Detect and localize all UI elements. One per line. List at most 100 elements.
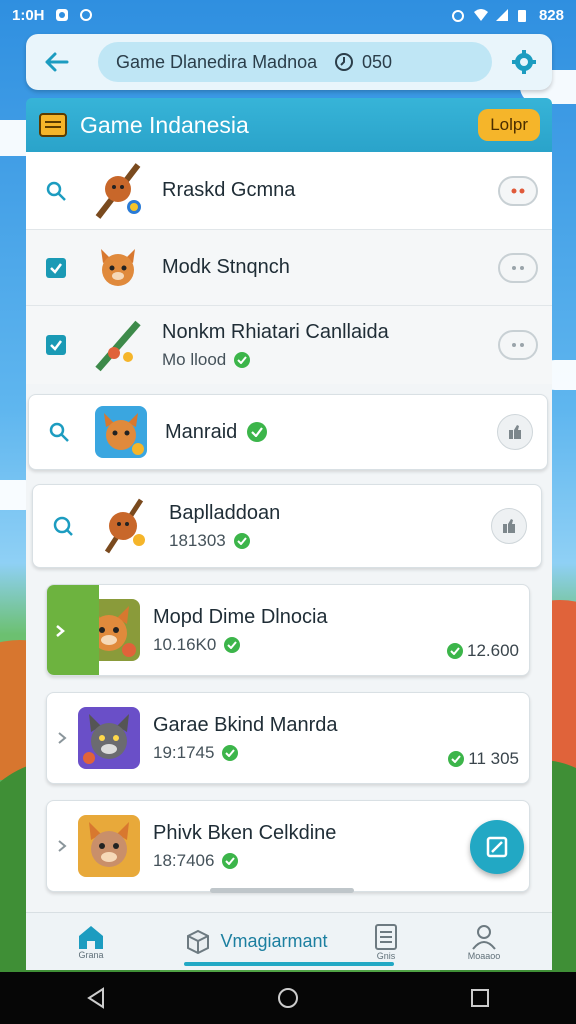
search-suffix: 050 — [362, 51, 393, 72]
verified-icon — [224, 636, 241, 653]
status-bar: 1:0H 828 — [0, 0, 576, 30]
chevron-right-icon — [58, 732, 67, 744]
game-avatar — [77, 706, 141, 770]
help-button[interactable]: Lolpr — [478, 109, 540, 141]
square-recents-icon — [471, 989, 489, 1007]
gear-icon — [512, 50, 536, 74]
like-button[interactable] — [497, 414, 533, 450]
battery-icon — [517, 8, 531, 22]
arrow-left-icon — [45, 52, 69, 72]
item-price: 12.600 — [467, 641, 519, 660]
verified-icon — [222, 852, 239, 869]
item-checkbox[interactable] — [46, 257, 66, 278]
settings-button[interactable] — [508, 46, 540, 78]
featured-ribbon — [47, 585, 99, 675]
search-icon — [53, 516, 73, 536]
game-avatar — [86, 159, 150, 223]
chat-bubble-icon — [512, 265, 524, 270]
nav-profile-label: Moaaoo — [467, 950, 501, 961]
verified-icon — [247, 422, 268, 442]
verified-icon — [233, 532, 250, 549]
item-title: Garae Bkind Manrda — [153, 713, 338, 736]
game-avatar — [77, 814, 141, 878]
system-home-button[interactable] — [258, 978, 318, 1018]
document-icon — [375, 923, 397, 950]
verified-icon — [448, 751, 465, 767]
status-right-text: 828 — [538, 6, 564, 24]
item-title: Mopd Dime Dlnocia — [153, 605, 328, 628]
like-button[interactable] — [491, 508, 527, 544]
chat-button[interactable] — [498, 330, 538, 360]
nav-docs[interactable]: Gnis — [356, 923, 416, 961]
search-field[interactable]: 050 — [98, 42, 492, 82]
system-recents-button[interactable] — [450, 978, 510, 1018]
list-item[interactable]: Baplladdoan 181303 — [32, 484, 542, 568]
circle-home-icon — [278, 988, 298, 1008]
back-button[interactable] — [38, 44, 74, 80]
verified-icon — [447, 643, 463, 659]
list-item-featured[interactable]: Mopd Dime Dlnocia 10.16K0 12.600 — [46, 584, 530, 676]
search-input[interactable] — [116, 51, 326, 73]
search-icon — [46, 181, 66, 201]
chat-button[interactable] — [498, 175, 538, 206]
status-time: 1:0H — [12, 6, 45, 24]
header-title: Game Indanesia — [80, 111, 249, 138]
item-subtitle: 18:7406 — [153, 850, 215, 870]
nav-home-label: Grana — [78, 949, 104, 960]
item-subtitle: 19:1745 — [153, 742, 215, 762]
chevron-right-icon — [58, 840, 67, 852]
list-item[interactable]: Phivk Bken Celkdine 18:7406 — [46, 800, 530, 892]
item-subtitle: Mo llood — [162, 349, 227, 369]
list-item[interactable]: Rraskd Gcmna — [26, 152, 552, 230]
scroll-indicator — [210, 888, 354, 893]
chat-bubble-icon — [512, 343, 524, 347]
system-navigation-bar — [0, 972, 576, 1024]
item-title: Modk Stnqnch — [162, 256, 290, 278]
list-item[interactable]: Modk Stnqnch — [26, 230, 552, 306]
edit-icon — [486, 836, 508, 858]
thumbs-up-icon — [503, 519, 515, 533]
timer-icon — [335, 53, 353, 71]
list-item[interactable]: Garae Bkind Manrda 19:1745 11 305 — [46, 692, 530, 784]
nav-docs-label: Gnis — [376, 950, 396, 961]
sync-icon — [79, 8, 93, 22]
game-avatar — [89, 400, 153, 464]
item-title: Baplladdoan — [169, 501, 281, 524]
list-item[interactable]: Manraid — [28, 394, 548, 470]
check-icon — [50, 262, 62, 274]
user-icon — [472, 924, 496, 950]
check-icon — [50, 340, 62, 351]
alarm-icon — [451, 8, 465, 22]
system-back-button[interactable] — [66, 978, 126, 1018]
top-search-bar: 050 — [26, 34, 552, 90]
item-checkbox[interactable] — [46, 335, 66, 355]
game-avatar — [93, 494, 157, 558]
edit-fab-button[interactable] — [470, 820, 524, 874]
item-subtitle: 181303 — [169, 530, 226, 550]
item-price: 11 305 — [468, 749, 519, 768]
active-tab-indicator — [184, 962, 394, 966]
thumbs-up-icon — [509, 425, 521, 439]
triangle-back-icon — [87, 987, 104, 1009]
item-title: Rraskd Gcmna — [162, 179, 296, 201]
item-subtitle: 10.16K0 — [153, 634, 217, 654]
home-icon — [79, 925, 103, 949]
verified-icon — [234, 351, 251, 368]
cube-icon — [187, 929, 210, 954]
verified-icon — [222, 744, 239, 761]
nav-home[interactable]: Grana — [26, 924, 156, 960]
item-title: Phivk Bken Celkdine — [153, 821, 337, 844]
nav-profile[interactable]: Moaaoo — [416, 923, 552, 961]
folder-icon — [39, 113, 67, 137]
item-title: Manraid — [165, 420, 238, 443]
wifi-icon — [473, 8, 488, 22]
search-icon — [49, 422, 69, 442]
item-title: Nonkm Rhiatari Canllaida — [162, 320, 389, 343]
nav-center[interactable]: Vmagiarmant — [156, 928, 356, 956]
notification-icon — [55, 8, 69, 22]
game-avatar — [86, 313, 150, 377]
list-item[interactable]: Nonkm Rhiatari Canllaida Mo llood — [26, 306, 552, 384]
chevron-right-icon — [56, 625, 65, 637]
game-avatar — [86, 236, 150, 300]
chat-button[interactable] — [498, 252, 538, 283]
